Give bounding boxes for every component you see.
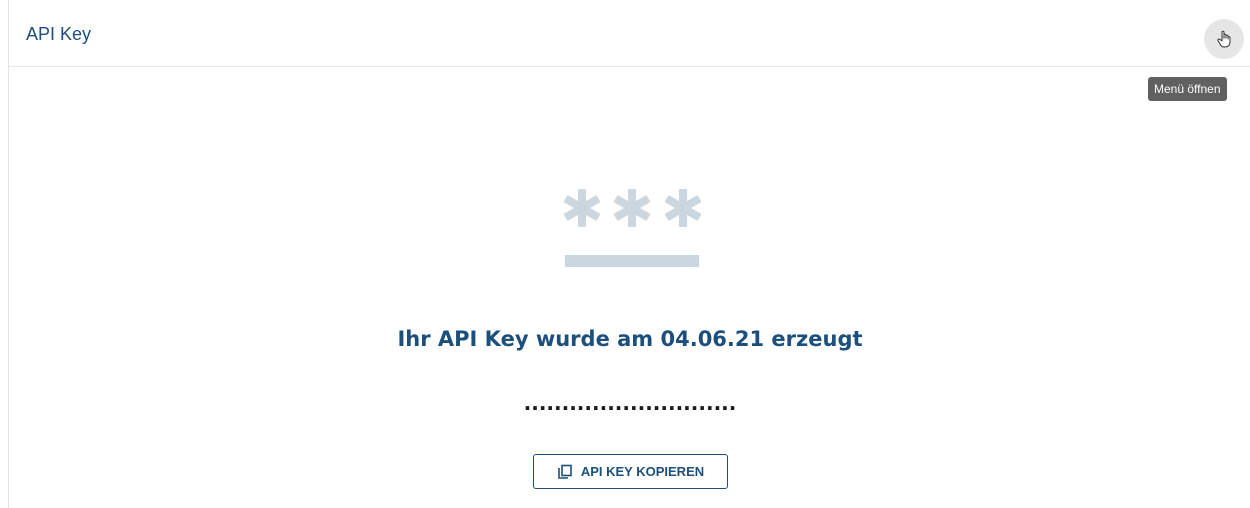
masked-api-key: ............................	[523, 391, 737, 415]
password-asterisks-icon	[563, 189, 702, 267]
copy-api-key-button[interactable]: API KEY KOPIEREN	[533, 454, 728, 489]
menu-tooltip: Menü öffnen	[1148, 77, 1227, 101]
api-key-created-message: Ihr API Key wurde am 04.06.21 erzeugt	[397, 327, 863, 351]
copy-button-label: API KEY KOPIEREN	[580, 464, 705, 479]
copy-icon	[558, 464, 572, 479]
api-key-card: API Key Ihr API Key wurde am 04.06.21 er…	[8, 0, 1250, 508]
